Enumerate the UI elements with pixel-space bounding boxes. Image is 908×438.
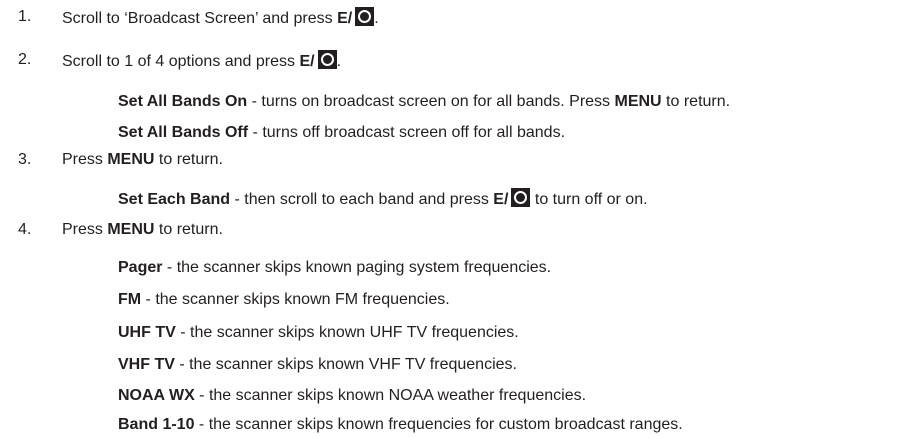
band-description: - the scanner skips known UHF TV frequen… xyxy=(175,324,519,341)
option-description-end: to turn off or on. xyxy=(530,191,648,208)
band-item-band-1-10: Band 1-10 - the scanner skips known freq… xyxy=(118,415,683,435)
band-item-noaa-wx: NOAA WX - the scanner skips known NOAA w… xyxy=(118,386,586,406)
band-term: UHF TV xyxy=(118,324,176,341)
step-punctuation: . xyxy=(336,53,342,70)
band-description: - the scanner skips known FM frequencies… xyxy=(141,291,450,308)
option-set-all-bands-on: Set All Bands On - turns on broadcast sc… xyxy=(118,92,730,112)
option-description: - then scroll to each band and press xyxy=(230,191,494,208)
key-label: MENU xyxy=(107,151,155,168)
band-item-pager: Pager - the scanner skips known paging s… xyxy=(118,258,551,278)
step-instruction: Scroll to 1 of 4 options and press xyxy=(62,53,300,70)
band-term: Band 1-10 xyxy=(118,416,195,433)
band-description: - the scanner skips known VHF TV frequen… xyxy=(174,356,517,373)
step-text: Press MENU to return. xyxy=(62,150,223,170)
circle-button-icon xyxy=(355,7,375,26)
step-number: 2. xyxy=(18,51,32,68)
key-label: MENU xyxy=(614,93,662,110)
option-description: - turns on broadcast screen on for all b… xyxy=(247,93,615,110)
circle-button-icon xyxy=(511,188,531,207)
option-term: Set Each Band xyxy=(118,191,231,208)
band-item-uhf-tv: UHF TV - the scanner skips known UHF TV … xyxy=(118,323,519,343)
step-instruction-end: to return. xyxy=(154,151,223,168)
step-number: 1. xyxy=(18,8,32,25)
option-term: Set All Bands On xyxy=(118,93,248,110)
option-set-all-bands-off: Set All Bands Off - turns off broadcast … xyxy=(118,123,565,143)
option-description: - turns off broadcast screen off for all… xyxy=(248,124,566,141)
step-instruction-end: to return. xyxy=(154,221,223,238)
key-label: E/ xyxy=(337,10,353,27)
band-term: VHF TV xyxy=(118,356,175,373)
option-description-end: to return. xyxy=(661,93,731,110)
key-label: E/ xyxy=(493,191,509,208)
key-label: MENU xyxy=(107,221,155,238)
step-text: Press MENU to return. xyxy=(62,220,223,240)
band-description: - the scanner skips known NOAA weather f… xyxy=(194,387,587,404)
band-description: - the scanner skips known paging system … xyxy=(162,259,552,276)
option-term: Set All Bands Off xyxy=(118,124,249,141)
band-term: NOAA WX xyxy=(118,387,195,404)
band-term: Pager xyxy=(118,259,163,276)
step-instruction: Press xyxy=(62,151,108,168)
step-instruction: Press xyxy=(62,221,108,238)
step-text: Scroll to 1 of 4 options and press E/. xyxy=(62,50,341,72)
option-set-each-band: Set Each Band - then scroll to each band… xyxy=(118,188,648,208)
step-instruction: Scroll to ‘Broadcast Screen’ and press xyxy=(62,10,338,27)
step-number: 3. xyxy=(18,151,32,168)
step-number: 4. xyxy=(18,221,32,238)
circle-button-icon xyxy=(317,50,337,69)
step-punctuation: . xyxy=(374,10,379,27)
band-description: - the scanner skips known frequencies fo… xyxy=(194,416,683,433)
step-text: Scroll to ‘Broadcast Screen’ and press E… xyxy=(62,7,379,29)
key-label: E/ xyxy=(299,53,315,70)
band-item-vhf-tv: VHF TV - the scanner skips known VHF TV … xyxy=(118,355,517,375)
band-item-fm: FM - the scanner skips known FM frequenc… xyxy=(118,290,450,310)
band-term: FM xyxy=(118,291,142,308)
